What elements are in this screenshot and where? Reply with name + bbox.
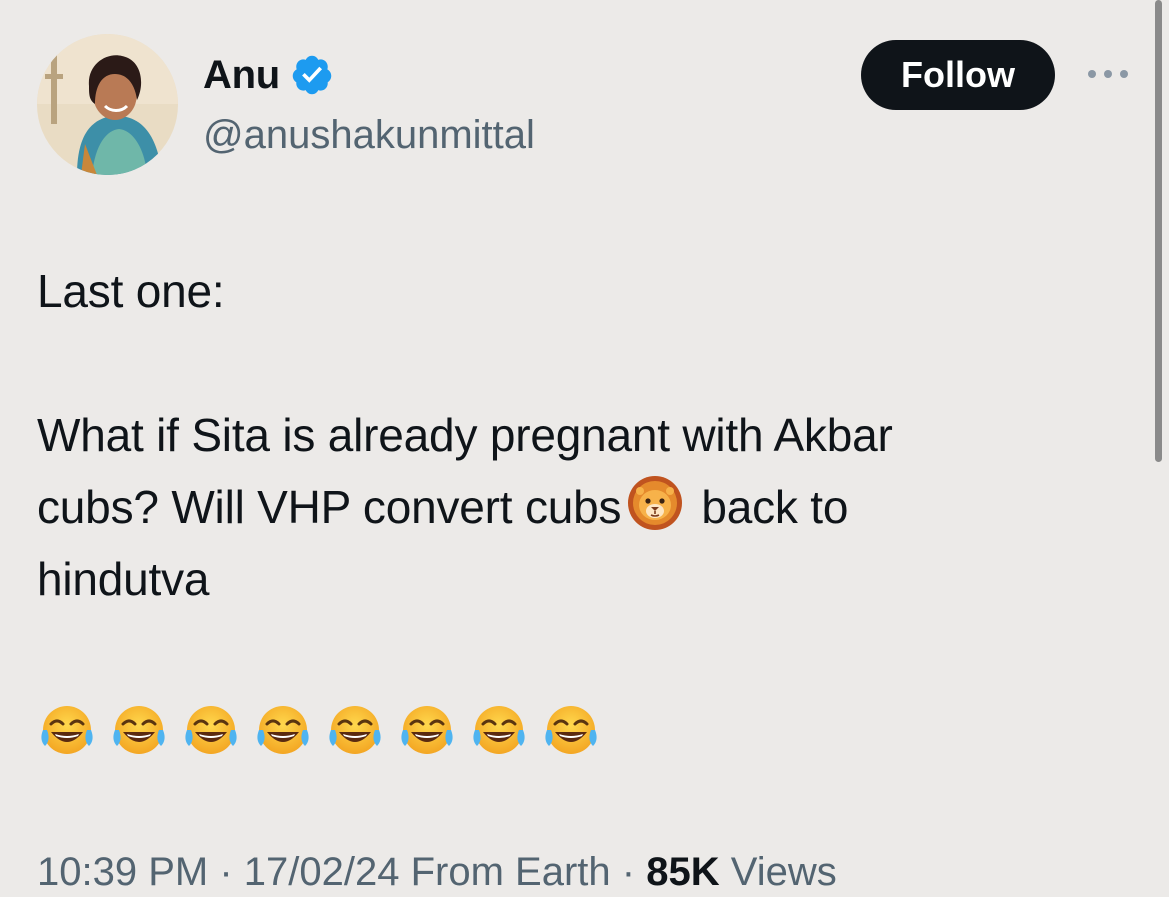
tweet-line-segment: cubs? Will VHP convert cubs <box>37 481 622 533</box>
tweet-source: From Earth <box>410 850 611 894</box>
verified-badge-icon <box>290 53 334 97</box>
face-with-tears-of-joy-emoji <box>181 700 253 760</box>
tweet-date[interactable]: 17/02/24 <box>244 850 400 894</box>
tweet-line: cubs? Will VHP convert cubs back to <box>37 471 1097 543</box>
face-with-tears-of-joy-emoji <box>541 700 613 760</box>
lion-face-emoji <box>627 475 683 531</box>
tweet-text: Last one: What if Sita is already pregna… <box>37 255 1097 615</box>
tweet-line: hindutva <box>37 553 210 605</box>
face-with-tears-of-joy-emoji <box>253 700 325 760</box>
author-handle[interactable]: @anushakunmittal <box>203 110 535 160</box>
profile-photo <box>37 34 178 175</box>
face-with-tears-of-joy-emoji <box>325 700 397 760</box>
tweet-line: What if Sita is already pregnant with Ak… <box>37 409 893 461</box>
more-options-icon <box>1088 70 1128 78</box>
tweet-line: Last one: <box>37 265 225 317</box>
author-display-name[interactable]: Anu <box>203 50 334 100</box>
scrollbar[interactable] <box>1155 0 1162 462</box>
face-with-tears-of-joy-emoji <box>397 700 469 760</box>
author-avatar[interactable] <box>37 34 178 175</box>
separator: · <box>621 850 636 894</box>
face-with-tears-of-joy-emoji <box>37 700 109 760</box>
views-count[interactable]: 85K <box>646 850 719 894</box>
face-with-tears-of-joy-emoji <box>109 700 181 760</box>
tweet-line-segment: back to <box>701 481 849 533</box>
tweet-time[interactable]: 10:39 PM <box>37 850 208 894</box>
follow-button[interactable]: Follow <box>861 40 1055 110</box>
views-label: Views <box>730 850 837 894</box>
more-options-button[interactable] <box>1083 56 1133 92</box>
emoji-row <box>37 700 613 760</box>
face-with-tears-of-joy-emoji <box>469 700 541 760</box>
tweet-meta: 10:39 PM · 17/02/24 From Earth · 85K Vie… <box>37 846 837 897</box>
separator: · <box>219 850 233 894</box>
display-name-text: Anu <box>203 53 280 97</box>
